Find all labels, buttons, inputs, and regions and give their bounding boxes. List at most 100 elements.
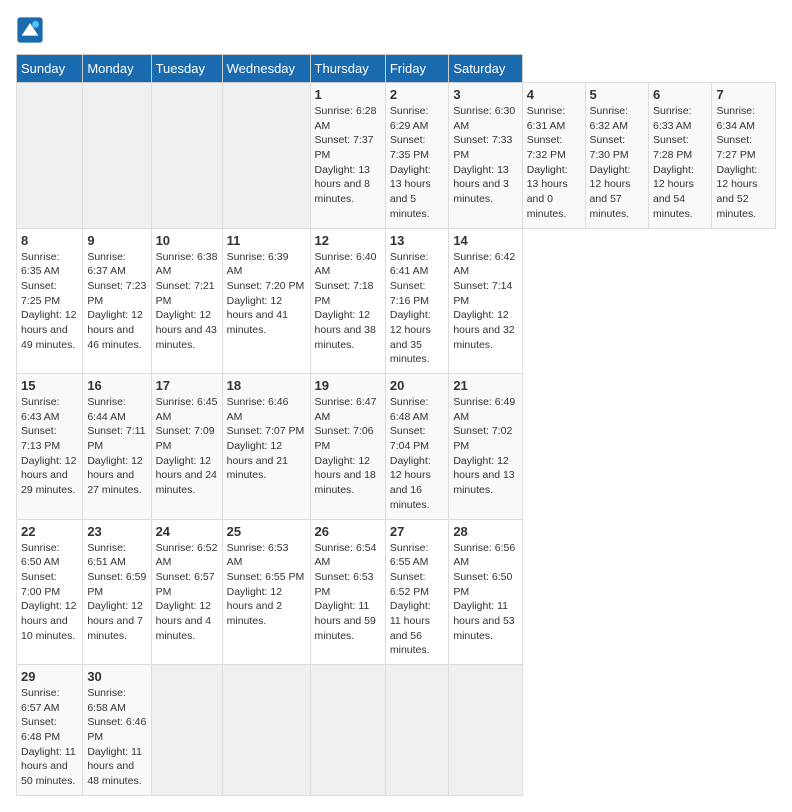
cell-info: Sunrise: 6:53 AMSunset: 6:55 PMDaylight:… <box>227 542 305 627</box>
calendar-cell: 1 Sunrise: 6:28 AMSunset: 7:37 PMDayligh… <box>310 83 385 229</box>
cell-info: Sunrise: 6:50 AMSunset: 7:00 PMDaylight:… <box>21 542 76 642</box>
calendar-cell: 2 Sunrise: 6:29 AMSunset: 7:35 PMDayligh… <box>385 83 448 229</box>
day-number: 10 <box>156 233 218 248</box>
day-number: 14 <box>453 233 517 248</box>
logo <box>16 16 48 44</box>
calendar-cell: 28 Sunrise: 6:56 AMSunset: 6:50 PMDaylig… <box>449 519 522 665</box>
logo-icon <box>16 16 44 44</box>
calendar-cell <box>449 665 522 796</box>
cell-info: Sunrise: 6:35 AMSunset: 7:25 PMDaylight:… <box>21 251 76 351</box>
day-number: 3 <box>453 87 517 102</box>
cell-info: Sunrise: 6:54 AMSunset: 6:53 PMDaylight:… <box>315 542 377 642</box>
day-number: 24 <box>156 524 218 539</box>
day-number: 28 <box>453 524 517 539</box>
calendar-week-row: 1 Sunrise: 6:28 AMSunset: 7:37 PMDayligh… <box>17 83 776 229</box>
calendar-cell: 22 Sunrise: 6:50 AMSunset: 7:00 PMDaylig… <box>17 519 83 665</box>
calendar-cell: 15 Sunrise: 6:43 AMSunset: 7:13 PMDaylig… <box>17 374 83 520</box>
day-number: 5 <box>590 87 644 102</box>
calendar-header-row: SundayMondayTuesdayWednesdayThursdayFrid… <box>17 55 776 83</box>
calendar-cell: 3 Sunrise: 6:30 AMSunset: 7:33 PMDayligh… <box>449 83 522 229</box>
calendar-week-row: 29 Sunrise: 6:57 AMSunset: 6:48 PMDaylig… <box>17 665 776 796</box>
calendar-cell: 24 Sunrise: 6:52 AMSunset: 6:57 PMDaylig… <box>151 519 222 665</box>
day-number: 13 <box>390 233 444 248</box>
calendar-cell: 21 Sunrise: 6:49 AMSunset: 7:02 PMDaylig… <box>449 374 522 520</box>
calendar-cell <box>222 83 310 229</box>
cell-info: Sunrise: 6:39 AMSunset: 7:20 PMDaylight:… <box>227 251 305 336</box>
cell-info: Sunrise: 6:56 AMSunset: 6:50 PMDaylight:… <box>453 542 515 642</box>
day-number: 17 <box>156 378 218 393</box>
cell-info: Sunrise: 6:51 AMSunset: 6:59 PMDaylight:… <box>87 542 146 642</box>
calendar-week-row: 15 Sunrise: 6:43 AMSunset: 7:13 PMDaylig… <box>17 374 776 520</box>
weekday-header: Saturday <box>449 55 522 83</box>
cell-info: Sunrise: 6:43 AMSunset: 7:13 PMDaylight:… <box>21 396 76 496</box>
cell-info: Sunrise: 6:31 AMSunset: 7:32 PMDaylight:… <box>527 105 568 220</box>
cell-info: Sunrise: 6:47 AMSunset: 7:06 PMDaylight:… <box>315 396 377 496</box>
calendar-cell <box>151 665 222 796</box>
day-number: 4 <box>527 87 581 102</box>
calendar-cell: 23 Sunrise: 6:51 AMSunset: 6:59 PMDaylig… <box>83 519 151 665</box>
calendar-cell <box>222 665 310 796</box>
calendar-cell: 7 Sunrise: 6:34 AMSunset: 7:27 PMDayligh… <box>712 83 776 229</box>
calendar-cell <box>17 83 83 229</box>
calendar-cell: 19 Sunrise: 6:47 AMSunset: 7:06 PMDaylig… <box>310 374 385 520</box>
calendar-cell: 8 Sunrise: 6:35 AMSunset: 7:25 PMDayligh… <box>17 228 83 374</box>
day-number: 7 <box>716 87 771 102</box>
calendar-cell <box>83 83 151 229</box>
cell-info: Sunrise: 6:48 AMSunset: 7:04 PMDaylight:… <box>390 396 431 511</box>
day-number: 25 <box>227 524 306 539</box>
day-number: 21 <box>453 378 517 393</box>
cell-info: Sunrise: 6:38 AMSunset: 7:21 PMDaylight:… <box>156 251 218 351</box>
calendar-cell: 20 Sunrise: 6:48 AMSunset: 7:04 PMDaylig… <box>385 374 448 520</box>
weekday-header: Thursday <box>310 55 385 83</box>
calendar-cell: 9 Sunrise: 6:37 AMSunset: 7:23 PMDayligh… <box>83 228 151 374</box>
calendar-cell <box>151 83 222 229</box>
day-number: 16 <box>87 378 146 393</box>
calendar-cell: 17 Sunrise: 6:45 AMSunset: 7:09 PMDaylig… <box>151 374 222 520</box>
calendar-cell: 16 Sunrise: 6:44 AMSunset: 7:11 PMDaylig… <box>83 374 151 520</box>
weekday-header: Wednesday <box>222 55 310 83</box>
cell-info: Sunrise: 6:41 AMSunset: 7:16 PMDaylight:… <box>390 251 431 366</box>
cell-info: Sunrise: 6:29 AMSunset: 7:35 PMDaylight:… <box>390 105 431 220</box>
cell-info: Sunrise: 6:28 AMSunset: 7:37 PMDaylight:… <box>315 105 377 205</box>
calendar-cell: 5 Sunrise: 6:32 AMSunset: 7:30 PMDayligh… <box>585 83 648 229</box>
cell-info: Sunrise: 6:40 AMSunset: 7:18 PMDaylight:… <box>315 251 377 351</box>
calendar-cell: 10 Sunrise: 6:38 AMSunset: 7:21 PMDaylig… <box>151 228 222 374</box>
calendar-cell: 30 Sunrise: 6:58 AMSunset: 6:46 PMDaylig… <box>83 665 151 796</box>
calendar-week-row: 22 Sunrise: 6:50 AMSunset: 7:00 PMDaylig… <box>17 519 776 665</box>
day-number: 22 <box>21 524 78 539</box>
calendar-cell <box>310 665 385 796</box>
day-number: 29 <box>21 669 78 684</box>
calendar-cell: 29 Sunrise: 6:57 AMSunset: 6:48 PMDaylig… <box>17 665 83 796</box>
calendar-cell: 27 Sunrise: 6:55 AMSunset: 6:52 PMDaylig… <box>385 519 448 665</box>
day-number: 1 <box>315 87 381 102</box>
calendar-cell: 11 Sunrise: 6:39 AMSunset: 7:20 PMDaylig… <box>222 228 310 374</box>
calendar-cell: 18 Sunrise: 6:46 AMSunset: 7:07 PMDaylig… <box>222 374 310 520</box>
calendar-cell: 6 Sunrise: 6:33 AMSunset: 7:28 PMDayligh… <box>649 83 712 229</box>
day-number: 2 <box>390 87 444 102</box>
page-header <box>16 16 776 44</box>
day-number: 30 <box>87 669 146 684</box>
cell-info: Sunrise: 6:33 AMSunset: 7:28 PMDaylight:… <box>653 105 694 220</box>
calendar-week-row: 8 Sunrise: 6:35 AMSunset: 7:25 PMDayligh… <box>17 228 776 374</box>
cell-info: Sunrise: 6:57 AMSunset: 6:48 PMDaylight:… <box>21 687 76 787</box>
cell-info: Sunrise: 6:52 AMSunset: 6:57 PMDaylight:… <box>156 542 218 642</box>
calendar-cell: 12 Sunrise: 6:40 AMSunset: 7:18 PMDaylig… <box>310 228 385 374</box>
day-number: 8 <box>21 233 78 248</box>
cell-info: Sunrise: 6:37 AMSunset: 7:23 PMDaylight:… <box>87 251 146 351</box>
cell-info: Sunrise: 6:45 AMSunset: 7:09 PMDaylight:… <box>156 396 218 496</box>
cell-info: Sunrise: 6:32 AMSunset: 7:30 PMDaylight:… <box>590 105 631 220</box>
cell-info: Sunrise: 6:58 AMSunset: 6:46 PMDaylight:… <box>87 687 146 787</box>
calendar-cell: 4 Sunrise: 6:31 AMSunset: 7:32 PMDayligh… <box>522 83 585 229</box>
calendar-cell: 13 Sunrise: 6:41 AMSunset: 7:16 PMDaylig… <box>385 228 448 374</box>
day-number: 20 <box>390 378 444 393</box>
day-number: 27 <box>390 524 444 539</box>
day-number: 15 <box>21 378 78 393</box>
day-number: 9 <box>87 233 146 248</box>
cell-info: Sunrise: 6:42 AMSunset: 7:14 PMDaylight:… <box>453 251 515 351</box>
day-number: 11 <box>227 233 306 248</box>
day-number: 23 <box>87 524 146 539</box>
cell-info: Sunrise: 6:44 AMSunset: 7:11 PMDaylight:… <box>87 396 145 496</box>
cell-info: Sunrise: 6:46 AMSunset: 7:07 PMDaylight:… <box>227 396 305 481</box>
weekday-header: Sunday <box>17 55 83 83</box>
cell-info: Sunrise: 6:49 AMSunset: 7:02 PMDaylight:… <box>453 396 515 496</box>
